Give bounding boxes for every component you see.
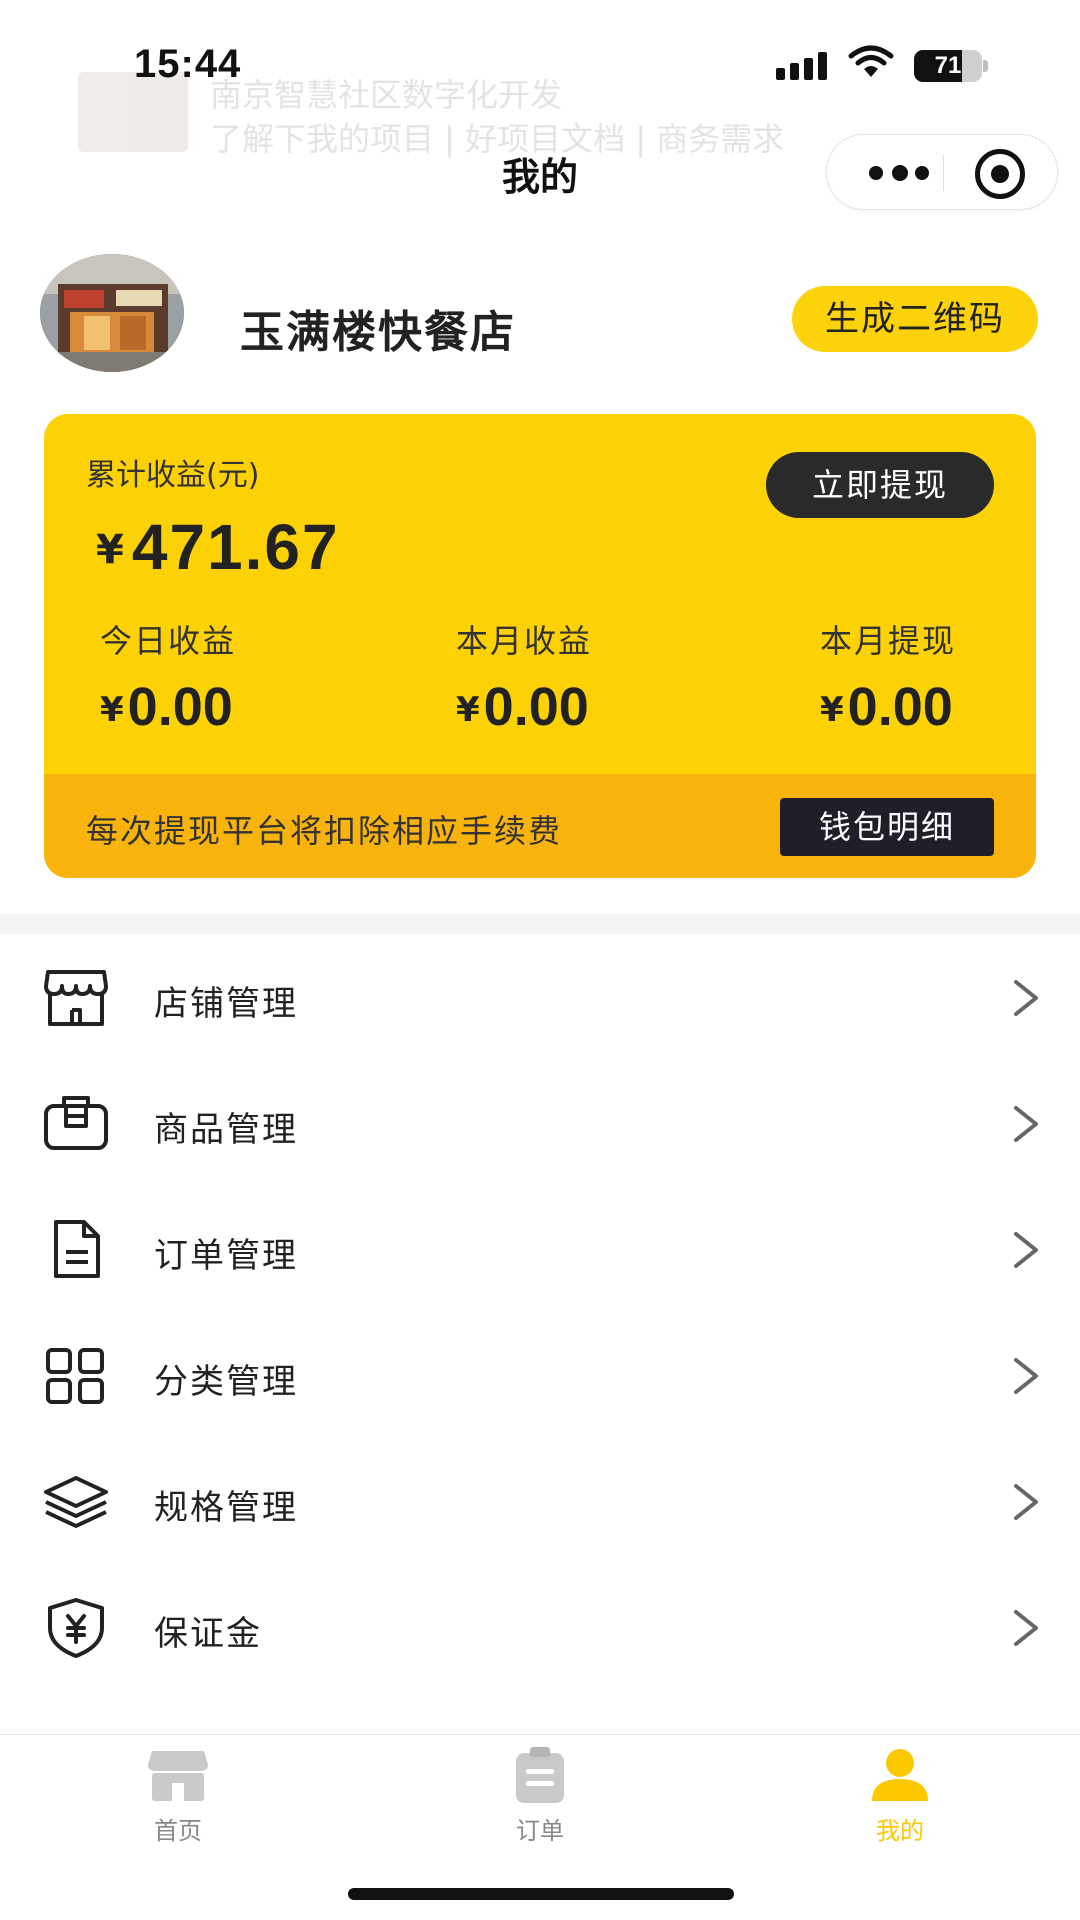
wallet-details-button[interactable]: 钱包明细	[780, 798, 994, 856]
menu-item-label: 规格管理	[154, 1488, 298, 1528]
cumulative-earnings-value: ¥471.67	[96, 510, 340, 584]
menu-item-label: 保证金	[154, 1614, 262, 1654]
chevron-right-icon	[1014, 1358, 1038, 1394]
cumulative-amount: 471.67	[131, 511, 340, 583]
stat-today: 今日收益 ¥0.00	[100, 616, 380, 738]
product-box-icon	[42, 1094, 110, 1154]
miniprogram-capsule	[826, 134, 1058, 210]
menu-item-label: 分类管理	[154, 1362, 298, 1402]
chevron-right-icon	[1014, 980, 1038, 1016]
target-circle-icon[interactable]	[975, 149, 1025, 199]
withdraw-now-button[interactable]: 立即提现	[766, 452, 994, 518]
tab-orders[interactable]: 订单	[450, 1747, 630, 1857]
stat-label: 本月提现	[820, 622, 957, 660]
tab-home[interactable]: 首页	[88, 1747, 268, 1857]
more-dots-icon[interactable]	[857, 135, 941, 211]
cellular-signal-icon	[776, 52, 828, 80]
stat-value: ¥0.00	[100, 677, 233, 737]
layers-icon	[42, 1472, 110, 1532]
stat-label: 本月收益	[456, 622, 593, 660]
grid-category-icon	[42, 1346, 110, 1406]
chevron-right-icon	[1014, 1106, 1038, 1142]
tab-mine[interactable]: 我的	[810, 1747, 990, 1857]
yen-shield-icon	[42, 1598, 110, 1658]
section-divider	[0, 914, 1080, 934]
wifi-icon	[848, 44, 894, 80]
person-icon	[872, 1749, 928, 1801]
chevron-right-icon	[1014, 1610, 1038, 1646]
status-time: 15:44	[134, 42, 242, 86]
fee-notice-bar: 每次提现平台将扣除相应手续费 钱包明细	[44, 774, 1036, 878]
chevron-right-icon	[1014, 1484, 1038, 1520]
home-store-icon	[148, 1751, 208, 1801]
menu-item-store-management[interactable]: 店铺管理	[0, 934, 1080, 1060]
clipboard-icon	[516, 1747, 564, 1803]
menu-item-label: 店铺管理	[154, 984, 298, 1024]
store-icon	[42, 968, 110, 1028]
earnings-card: 累计收益(元) 立即提现 ¥471.67 今日收益 ¥0.00 本月收益 ¥0.…	[44, 414, 1036, 878]
battery-icon: 71	[914, 50, 988, 82]
chevron-right-icon	[1014, 1232, 1038, 1268]
menu-item-deposit[interactable]: 保证金	[0, 1564, 1080, 1690]
stat-label: 今日收益	[100, 622, 237, 660]
currency-symbol: ¥	[96, 527, 124, 573]
capsule-divider	[943, 155, 944, 191]
menu-item-label: 订单管理	[154, 1236, 298, 1276]
stat-value: ¥0.00	[820, 677, 953, 737]
cumulative-earnings-label: 累计收益(元)	[86, 458, 260, 493]
shop-name: 玉满楼快餐店	[240, 307, 516, 358]
menu-item-spec-management[interactable]: 规格管理	[0, 1438, 1080, 1564]
document-icon	[42, 1220, 110, 1280]
stat-value: ¥0.00	[456, 677, 589, 737]
stat-month-earnings: 本月收益 ¥0.00	[456, 616, 736, 738]
generate-qr-button[interactable]: 生成二维码	[792, 286, 1038, 352]
menu-list: 店铺管理 商品管理 订单管理 分类管理 规格管理 保证金	[0, 934, 1080, 1690]
fee-notice-text: 每次提现平台将扣除相应手续费	[86, 812, 563, 850]
avatar[interactable]	[40, 254, 184, 372]
tab-label: 首页	[154, 1817, 202, 1845]
home-indicator	[348, 1888, 734, 1900]
stat-month-withdrawn: 本月提现 ¥0.00	[820, 616, 1036, 738]
status-bar: 南京智慧社区数字化开发 了解下我的项目 | 好项目文档 | 商务需求 15:44…	[0, 0, 1080, 158]
tab-label: 订单	[516, 1817, 564, 1845]
battery-percent: 71	[934, 52, 962, 79]
menu-item-order-management[interactable]: 订单管理	[0, 1186, 1080, 1312]
menu-item-category-management[interactable]: 分类管理	[0, 1312, 1080, 1438]
menu-item-product-management[interactable]: 商品管理	[0, 1060, 1080, 1186]
banner-text-line1: 南京智慧社区数字化开发	[210, 76, 563, 114]
tab-label: 我的	[876, 1817, 924, 1845]
menu-item-label: 商品管理	[154, 1110, 298, 1150]
